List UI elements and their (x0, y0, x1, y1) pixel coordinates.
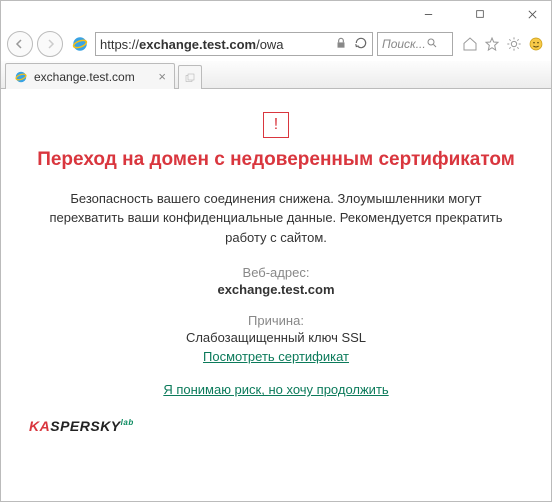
address-bar[interactable]: https://exchange.test.com/owa (95, 32, 373, 56)
tab-close-icon[interactable]: × (158, 69, 166, 84)
warning-title: Переход на домен с недоверенным сертифик… (30, 148, 522, 173)
web-address-label: Веб-адрес: (30, 265, 522, 280)
search-icon (426, 37, 448, 52)
nav-back-button[interactable] (7, 31, 33, 57)
home-icon[interactable] (461, 35, 479, 53)
logo-lab: lab (121, 418, 134, 427)
kaspersky-logo: KASPERSKYlab (21, 418, 531, 438)
reason-value: Слабозащищенный ключ SSL (30, 330, 522, 345)
ie-logo-icon (71, 35, 89, 53)
warning-icon: ! (263, 112, 289, 138)
favorites-star-icon[interactable] (483, 35, 501, 53)
tab-title: exchange.test.com (34, 70, 152, 84)
address-url: https://exchange.test.com/owa (100, 37, 334, 52)
url-scheme: https:// (100, 37, 139, 52)
reason-label: Причина: (30, 313, 522, 328)
url-host: exchange.test.com (139, 37, 256, 52)
page-content: ! Переход на домен с недоверенным сертиф… (1, 89, 551, 503)
new-tab-button[interactable] (178, 65, 202, 89)
warning-body: Безопасность вашего соединения снижена. … (34, 189, 518, 248)
certificate-warning-card: ! Переход на домен с недоверенным сертиф… (21, 105, 531, 410)
ie-favicon-icon (14, 70, 28, 84)
smiley-icon[interactable] (527, 35, 545, 53)
proceed-anyway-link[interactable]: Я понимаю риск, но хочу продолжить (163, 382, 388, 397)
web-address-value: exchange.test.com (30, 282, 522, 297)
logo-ka: KA (29, 418, 50, 434)
nav-forward-button[interactable] (37, 31, 63, 57)
toolbar-icons (461, 35, 545, 53)
browser-navbar: https://exchange.test.com/owa Поиск... (1, 27, 551, 61)
window-maximize-button[interactable] (463, 3, 497, 25)
refresh-icon[interactable] (354, 36, 368, 53)
settings-gear-icon[interactable] (505, 35, 523, 53)
search-placeholder: Поиск... (382, 37, 426, 51)
lock-icon (334, 36, 348, 53)
tab-active[interactable]: exchange.test.com × (5, 63, 175, 89)
tab-strip: exchange.test.com × (1, 61, 551, 89)
view-certificate-link[interactable]: Посмотреть сертификат (203, 349, 349, 364)
window-minimize-button[interactable] (411, 3, 445, 25)
search-input[interactable]: Поиск... (377, 32, 453, 56)
window-close-button[interactable] (515, 3, 549, 25)
url-path: /owa (256, 37, 283, 52)
window-titlebar (1, 1, 551, 27)
logo-spersky: SPERSKY (50, 418, 120, 434)
address-icons (334, 36, 368, 53)
